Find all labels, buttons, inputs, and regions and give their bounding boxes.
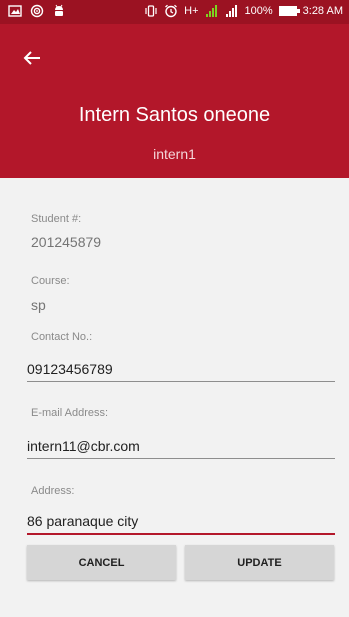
battery-percent: 100% [244,5,273,17]
android-debug-icon [52,4,66,18]
vibrate-icon [144,4,158,18]
status-bar-left [8,4,66,18]
hotspot-icon [30,4,44,18]
signal-secondary-icon [225,4,239,18]
course-label: Course: [31,275,70,287]
contact-number-label: Contact No.: [31,331,93,343]
signal-icon [205,4,219,18]
page-title: Intern Santos oneone [78,104,271,126]
app-header: H+ 100% 3:28 AM Intern Santos oneone int… [0,0,349,178]
contact-number-input[interactable] [27,356,335,382]
network-type-label: H+ [184,5,199,17]
arrow-back-icon [23,51,40,65]
course-value: sp [31,297,46,313]
image-notification-icon [8,4,22,18]
status-bar-right: H+ 100% 3:28 AM [144,4,343,18]
address-label: Address: [31,485,75,497]
address-input[interactable] [27,509,335,535]
email-label: E-mail Address: [31,407,109,419]
battery-icon [278,6,300,16]
update-button[interactable]: UPDATE [185,545,334,580]
student-number-label: Student #: [31,213,82,225]
status-bar: H+ 100% 3:28 AM [0,0,349,24]
alarm-icon [164,4,178,18]
status-time: 3:28 AM [302,5,343,17]
page-subtitle: intern1 [153,146,196,162]
student-number-value: 201245879 [31,234,102,250]
cancel-button[interactable]: CANCEL [27,545,176,580]
back-button[interactable] [20,46,44,70]
email-input[interactable] [27,433,335,459]
